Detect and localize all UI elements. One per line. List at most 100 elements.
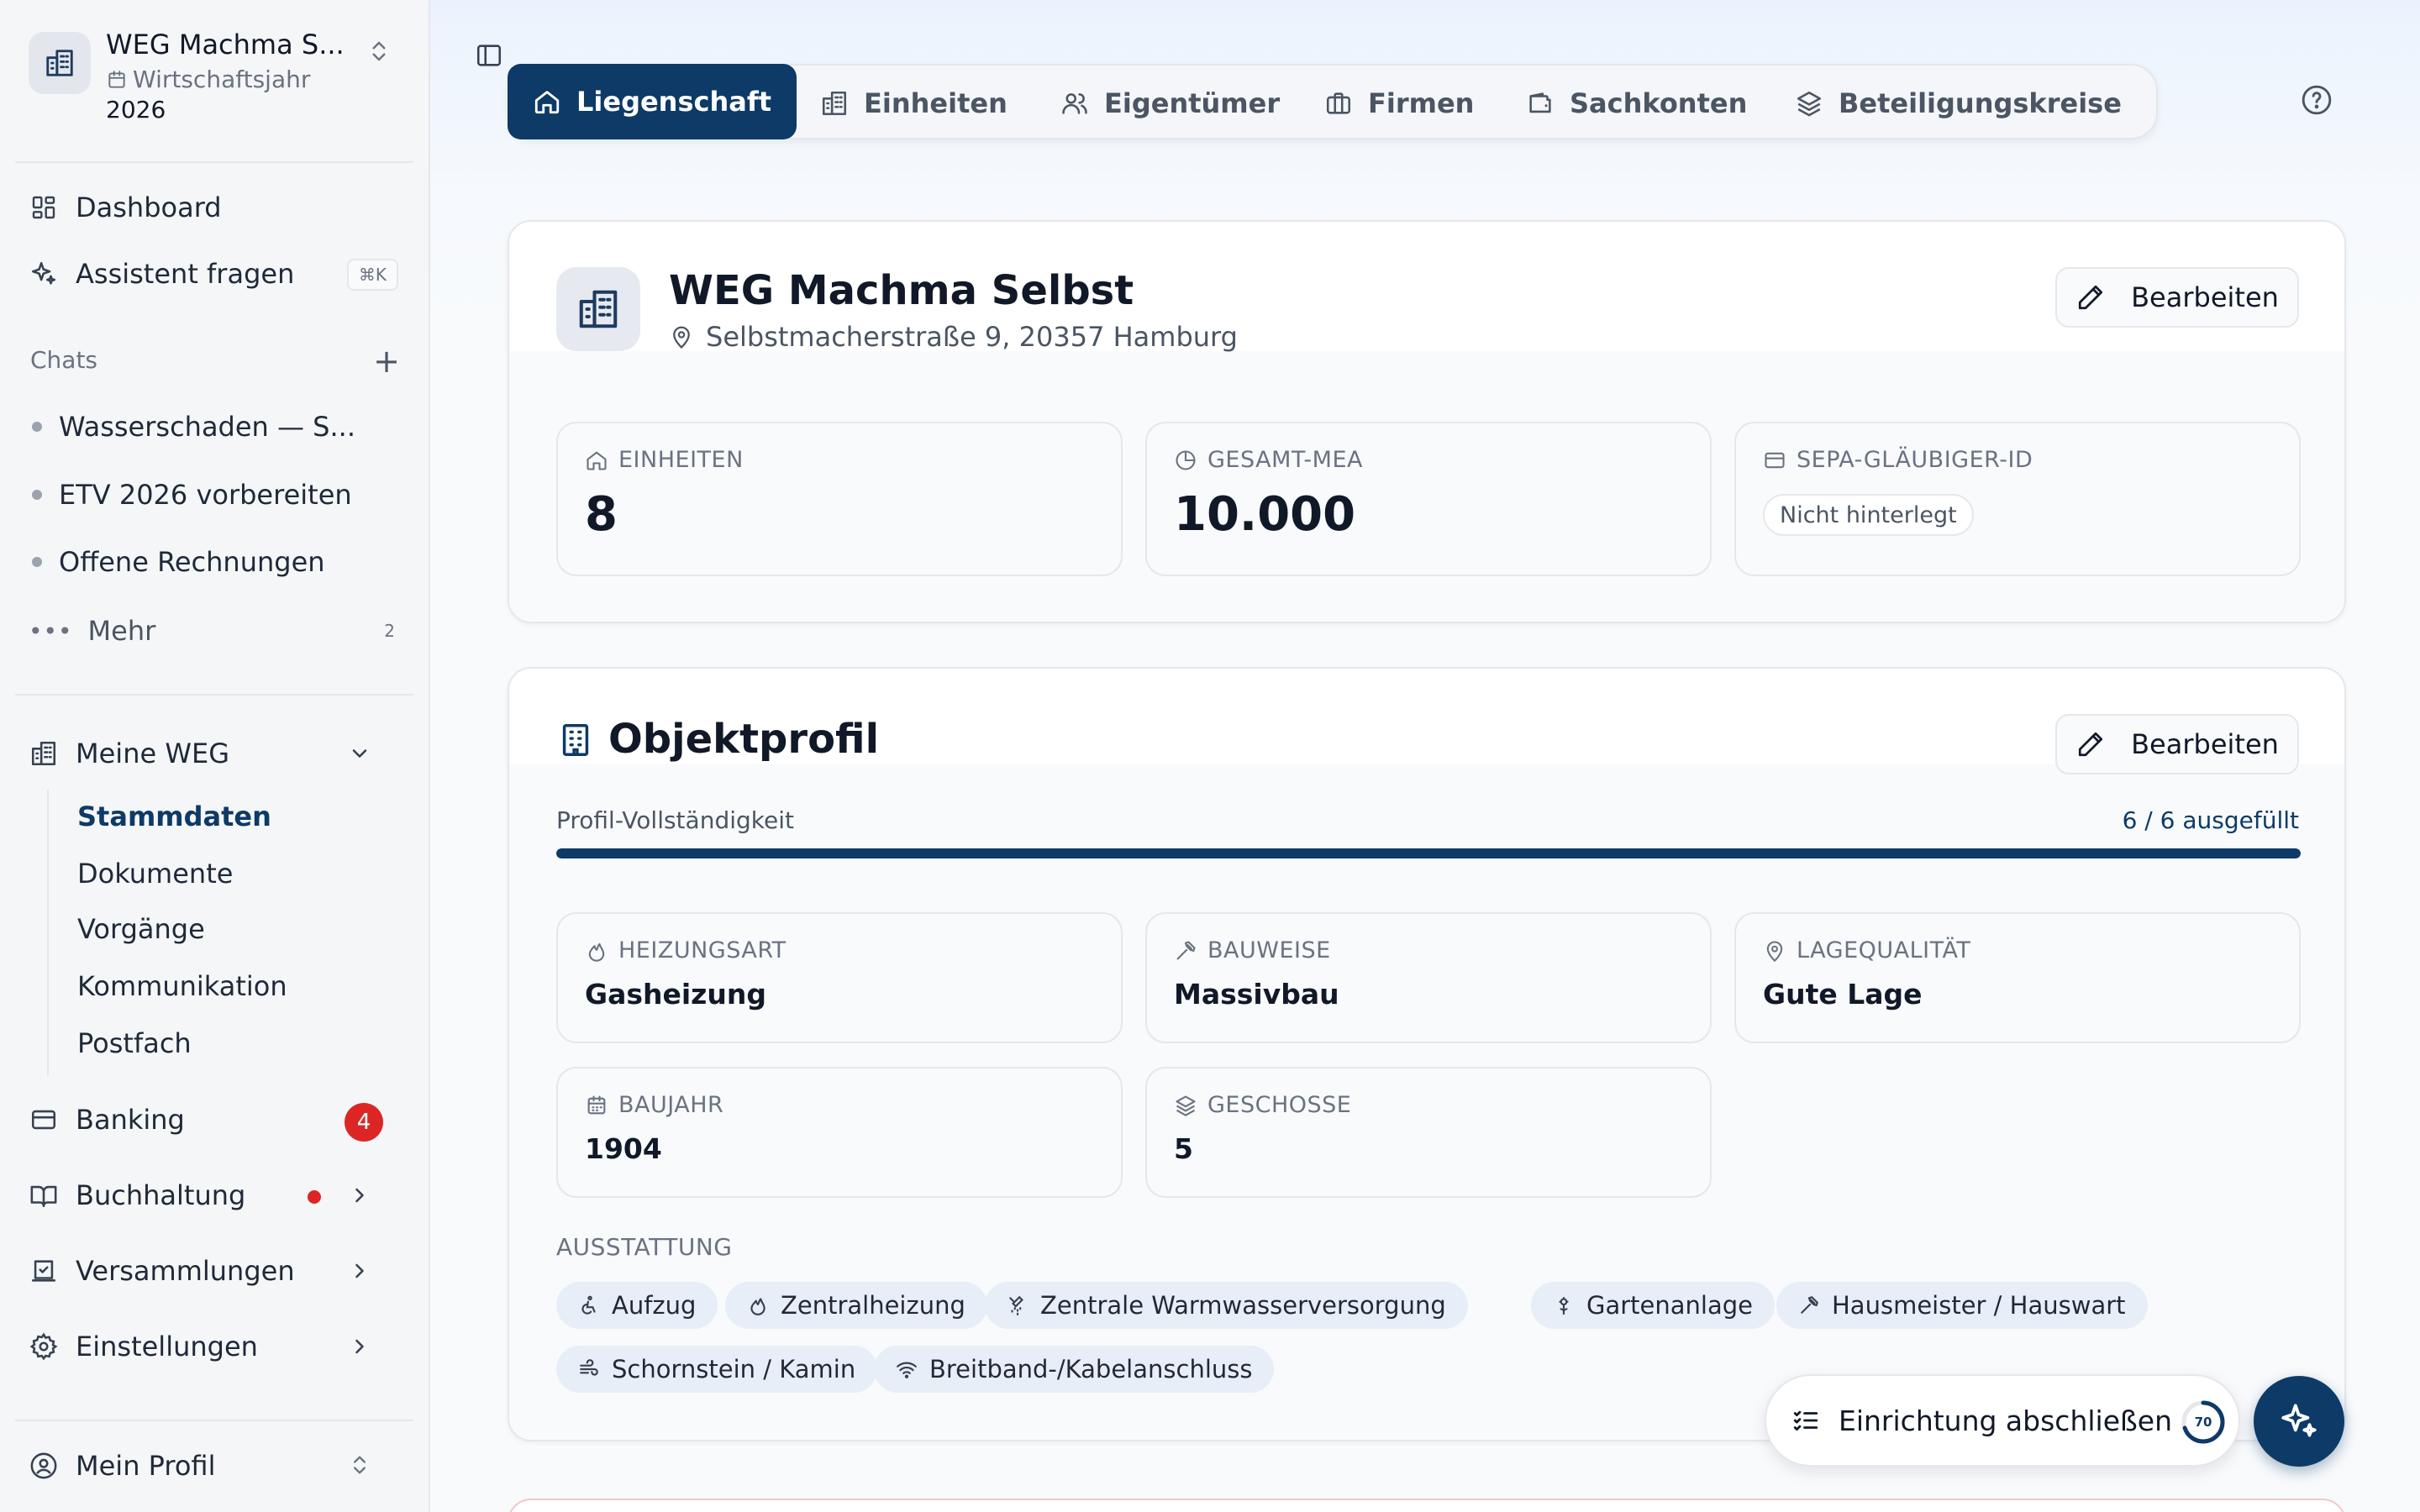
field-heizungsart-value: Gasheizung: [585, 978, 766, 1011]
stat-gesamt-mea: GESAMT-MEA 10.000: [1145, 422, 1712, 576]
chip-label: Zentralheizung: [781, 1291, 965, 1320]
nav-einstellungen-label: Einstellungen: [76, 1331, 258, 1362]
wind-icon: [580, 1359, 598, 1376]
chip-label: Gartenanlage: [1586, 1291, 1753, 1320]
edit-property-label: Bearbeiten: [2131, 281, 2279, 313]
feature-chip-aufzug: Aufzug: [556, 1282, 718, 1329]
subnav-stammdaten[interactable]: Stammdaten: [77, 794, 271, 839]
chevron-right-icon: [348, 1335, 371, 1358]
chevron-right-icon: [348, 1259, 371, 1283]
chat-item[interactable]: ETV 2026 vorbereiten: [29, 471, 381, 518]
workspace-logo-building-icon: [29, 32, 91, 94]
nav-banking-label: Banking: [76, 1104, 185, 1136]
nav-versammlungen-label: Versammlungen: [76, 1255, 295, 1287]
stat-einheiten-value: 8: [585, 487, 618, 542]
nav-meine-weg[interactable]: Meine WEG: [29, 730, 405, 777]
nav-banking[interactable]: Banking 4: [29, 1096, 405, 1143]
feature-chip-warmwasser: Zentrale Warmwasserversorgung: [985, 1282, 1468, 1329]
subnav-vorgaenge[interactable]: Vorgänge: [77, 906, 205, 952]
credit-card-icon: [29, 1105, 59, 1135]
map-pin-icon: [1766, 941, 1783, 962]
setup-progress-ring: 70: [2181, 1400, 2225, 1444]
chat-title: Wasserschaden — S...: [59, 411, 355, 443]
sidebar-divider: [15, 1420, 413, 1421]
property-building-icon: [556, 267, 640, 351]
stat-label-text: GESAMT-MEA: [1207, 447, 1363, 473]
shortcut-hint: ⌘K: [346, 259, 398, 291]
dashboard-grid-icon: [29, 192, 59, 223]
sidebar-divider: [15, 694, 413, 696]
subnav-kommunikation[interactable]: Kommunikation: [77, 963, 287, 1009]
tab-beteiligungskreise[interactable]: Beteiligungskreise: [1795, 66, 2122, 141]
chat-dot: [32, 422, 42, 432]
help-circle-icon[interactable]: [2301, 84, 2334, 118]
tab-einheiten[interactable]: Einheiten: [820, 66, 1007, 141]
stat-sepa-label: SEPA-GLÄUBIGER-ID: [1763, 447, 2033, 473]
edit-property-button[interactable]: Bearbeiten: [2055, 267, 2299, 328]
calendar-icon: [108, 70, 125, 88]
profile-label: Mein Profil: [76, 1450, 216, 1482]
flame-icon: [750, 1298, 765, 1315]
tab-sachkonten[interactable]: Sachkonten: [1526, 66, 1747, 141]
sidebar-divider: [15, 161, 413, 163]
chats-more-label: Mehr: [87, 615, 156, 647]
assistant-fab[interactable]: [2254, 1376, 2344, 1467]
field-label-text: GESCHOSSE: [1207, 1092, 1352, 1118]
chats-more[interactable]: ••• Mehr 2: [29, 607, 405, 654]
stat-label-text: EINHEITEN: [618, 447, 744, 473]
chip-label: Schornstein / Kamin: [612, 1355, 856, 1383]
subnav-postfach[interactable]: Postfach: [77, 1021, 192, 1066]
stat-mea-value: 10.000: [1174, 487, 1356, 542]
layers-icon: [1176, 1095, 1196, 1116]
tab-liegenschaft[interactable]: Liegenschaft: [508, 64, 797, 139]
profile-completeness-count: 6 / 6 ausgefüllt: [2122, 806, 2299, 834]
chat-item[interactable]: Offene Rechnungen: [29, 538, 381, 585]
field-geschosse-label: GESCHOSSE: [1174, 1092, 1351, 1118]
workspace-switcher[interactable]: WEG Machma S... Wirtschaftsjahr 2026: [29, 29, 407, 129]
building-icon: [820, 89, 849, 118]
chat-title: Offene Rechnungen: [59, 546, 325, 578]
workspace-name: WEG Machma S...: [106, 29, 345, 60]
tab-sachkonten-label: Sachkonten: [1570, 87, 1748, 119]
building-icon: [29, 738, 59, 769]
feature-chip-zentralheizung: Zentralheizung: [725, 1282, 987, 1329]
nav-einstellungen[interactable]: Einstellungen: [29, 1323, 405, 1370]
subnav-dokumente[interactable]: Dokumente: [77, 851, 233, 896]
layers-icon: [1795, 89, 1823, 118]
nav-buchhaltung[interactable]: Buchhaltung: [29, 1172, 405, 1219]
office-building-icon: [556, 721, 595, 759]
home-icon: [587, 451, 607, 470]
field-label-text: BAUJAHR: [618, 1092, 724, 1118]
stat-einheiten-label: EINHEITEN: [585, 447, 744, 473]
chevron-down-icon: [348, 742, 371, 765]
property-name: WEG Machma Selbst: [669, 267, 1134, 314]
vote-box-icon: [29, 1256, 59, 1286]
chat-item[interactable]: Wasserschaden — S...: [29, 403, 381, 450]
field-label-text: HEIZUNGSART: [618, 937, 786, 963]
sidebar-toggle-icon[interactable]: [472, 39, 506, 72]
new-chat-plus-icon[interactable]: +: [373, 344, 400, 378]
tab-firmen[interactable]: Firmen: [1324, 66, 1474, 141]
nav-meine-weg-label: Meine WEG: [76, 738, 229, 769]
chip-label: Zentrale Warmwasserversorgung: [1040, 1291, 1446, 1320]
profile-menu[interactable]: Mein Profil: [29, 1442, 405, 1489]
edit-objektprofil-button[interactable]: Bearbeiten: [2055, 714, 2299, 774]
flower-icon: [1559, 1297, 1569, 1315]
chat-dot: [32, 490, 42, 500]
chip-label: Hausmeister / Hauswart: [1832, 1291, 2126, 1320]
pencil-icon: [2078, 732, 2103, 757]
users-icon: [1060, 89, 1089, 118]
nav-versammlungen[interactable]: Versammlungen: [29, 1247, 405, 1294]
nav-buchhaltung-label: Buchhaltung: [76, 1179, 246, 1211]
profile-completeness-fill: [556, 848, 2301, 858]
setup-complete-button[interactable]: Einrichtung abschließen 70: [1765, 1374, 2240, 1467]
tab-eigentuemer[interactable]: Eigentümer: [1060, 66, 1280, 141]
chat-title: ETV 2026 vorbereiten: [59, 479, 352, 511]
credit-card-icon: [1765, 452, 1785, 468]
field-lage-label: LAGEQUALITÄT: [1763, 937, 1970, 963]
field-lagequalitaet: LAGEQUALITÄT Gute Lage: [1734, 912, 2301, 1043]
objektprofil-title: Objektprofil: [608, 716, 880, 763]
chat-dot: [32, 557, 42, 567]
nav-assistant[interactable]: Assistent fragen ⌘K: [29, 250, 405, 297]
nav-dashboard[interactable]: Dashboard: [29, 184, 405, 231]
